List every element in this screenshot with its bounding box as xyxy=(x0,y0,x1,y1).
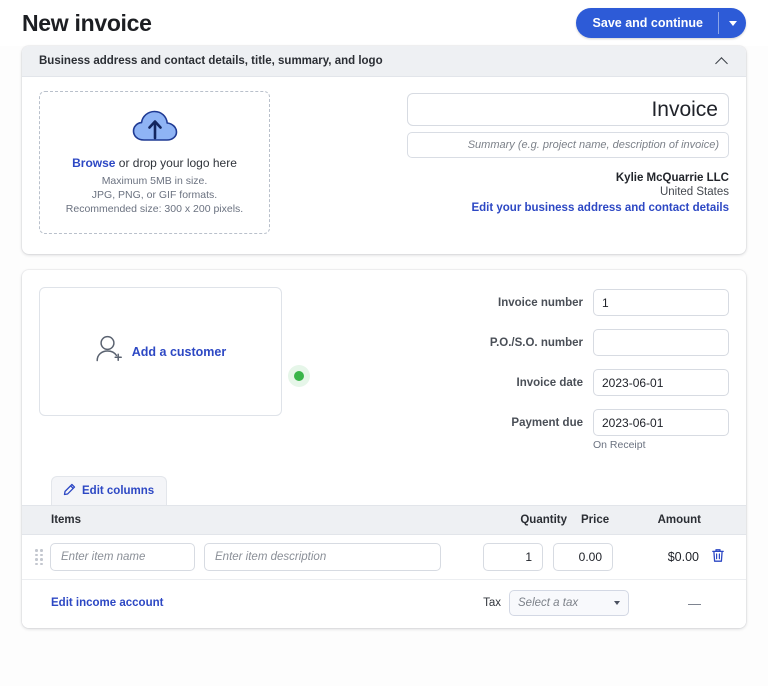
payment-due-hint: On Receipt xyxy=(593,439,729,451)
chevron-up-icon[interactable] xyxy=(716,55,729,68)
save-and-continue-button[interactable]: Save and continue xyxy=(576,8,718,38)
invoice-date-label: Invoice date xyxy=(463,369,583,391)
add-customer-button[interactable]: Add a customer xyxy=(39,287,282,416)
table-row: $0.00 xyxy=(22,535,746,580)
item-description-input[interactable] xyxy=(204,543,441,571)
pencil-icon xyxy=(63,483,76,499)
tax-select-placeholder: Select a tax xyxy=(518,597,578,609)
cloud-upload-icon xyxy=(132,110,178,147)
column-header-quantity: Quantity xyxy=(495,514,567,526)
new-invoice-page: New invoice Save and continue Business a… xyxy=(0,0,768,686)
delete-item-button[interactable] xyxy=(707,548,729,566)
page-title: New invoice xyxy=(22,10,152,37)
dropzone-hint-1: Maximum 5MB in size. xyxy=(102,174,208,188)
browse-link[interactable]: Browse xyxy=(72,156,115,170)
business-address-block: Kylie McQuarrie LLC United States Edit y… xyxy=(471,172,729,214)
add-customer-label: Add a customer xyxy=(132,345,226,359)
trash-icon xyxy=(711,548,725,566)
drag-handle-icon[interactable] xyxy=(32,549,46,565)
business-details-body: Browse or drop your logo here Maximum 5M… xyxy=(22,77,746,254)
business-country: United States xyxy=(471,186,729,198)
business-details-card-header[interactable]: Business address and contact details, ti… xyxy=(22,46,746,77)
item-amount-value: $0.00 xyxy=(613,550,699,564)
dropzone-hint-3: Recommended size: 300 x 200 pixels. xyxy=(66,202,243,216)
items-tab-row: Edit columns xyxy=(22,470,746,505)
tax-amount-value: — xyxy=(629,596,729,611)
field-row-invoice-number: Invoice number xyxy=(292,289,729,316)
invoice-summary-input[interactable] xyxy=(407,132,729,158)
invoice-details-card: Add a customer Invoice number P.O./S.O. … xyxy=(22,270,746,628)
column-header-price: Price xyxy=(567,514,629,526)
add-person-icon xyxy=(95,335,125,368)
chevron-down-icon xyxy=(729,21,737,26)
column-header-amount: Amount xyxy=(629,514,729,526)
chevron-down-icon xyxy=(614,601,620,605)
invoice-title-column: Kylie McQuarrie LLC United States Edit y… xyxy=(286,91,729,234)
dropzone-primary-text: Browse or drop your logo here xyxy=(72,156,237,170)
page-toolbar: New invoice Save and continue xyxy=(0,0,768,46)
edit-income-account-link[interactable]: Edit income account xyxy=(51,597,163,609)
edit-columns-label: Edit columns xyxy=(82,485,154,497)
tax-select[interactable]: Select a tax xyxy=(509,590,629,616)
field-row-invoice-date: Invoice date xyxy=(292,369,729,396)
payment-due-field xyxy=(593,409,729,436)
edit-business-details-link[interactable]: Edit your business address and contact d… xyxy=(471,202,729,214)
edit-columns-tab[interactable]: Edit columns xyxy=(51,476,167,505)
item-quantity-input[interactable] xyxy=(483,543,543,571)
item-name-input[interactable] xyxy=(50,543,195,571)
logo-dropzone[interactable]: Browse or drop your logo here Maximum 5M… xyxy=(39,91,270,234)
items-table-header: Items Quantity Price Amount xyxy=(22,505,746,535)
invoice-date-input[interactable] xyxy=(594,370,729,395)
customer-status-indicator xyxy=(288,365,310,387)
invoice-date-field xyxy=(593,369,729,396)
save-options-dropdown-button[interactable] xyxy=(719,8,746,38)
green-dot-icon xyxy=(294,371,304,381)
invoice-number-input[interactable] xyxy=(593,289,729,316)
dropzone-hint-2: JPG, PNG, or GIF formats. xyxy=(92,188,217,202)
customer-area: Add a customer xyxy=(39,287,282,464)
save-and-continue-group: Save and continue xyxy=(576,8,746,38)
items-footer-row: Edit income account Tax Select a tax — xyxy=(22,580,746,628)
field-row-po-so-number: P.O./S.O. number xyxy=(292,329,729,356)
business-name: Kylie McQuarrie LLC xyxy=(471,172,729,184)
tax-label: Tax xyxy=(483,597,501,609)
drop-text: or drop your logo here xyxy=(115,156,236,170)
business-details-card: Business address and contact details, ti… xyxy=(22,46,746,254)
item-price-input[interactable] xyxy=(553,543,613,571)
field-row-payment-due: Payment due xyxy=(292,409,729,451)
payment-due-input[interactable] xyxy=(594,410,729,435)
po-so-number-label: P.O./S.O. number xyxy=(463,329,583,351)
payment-due-label: Payment due xyxy=(463,409,583,431)
invoice-details-body: Add a customer Invoice number P.O./S.O. … xyxy=(22,270,746,470)
column-header-items: Items xyxy=(51,514,495,526)
business-details-title: Business address and contact details, ti… xyxy=(39,55,383,67)
invoice-number-label: Invoice number xyxy=(463,289,583,311)
invoice-title-input[interactable] xyxy=(407,93,729,126)
po-so-number-input[interactable] xyxy=(593,329,729,356)
invoice-fields: Invoice number P.O./S.O. number Invoice … xyxy=(292,287,729,464)
